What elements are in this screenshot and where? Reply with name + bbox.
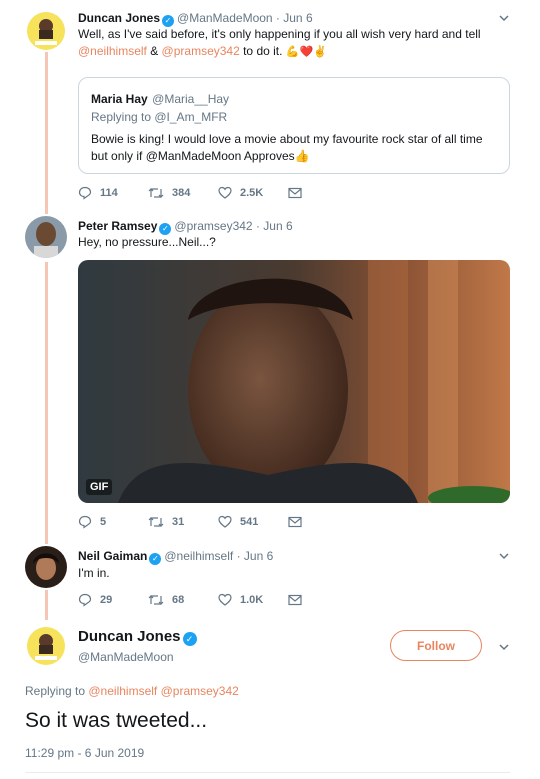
- tweet-text: Hey, no pressure...Neil...?: [78, 235, 216, 249]
- quote-text: Bowie is king! I would love a movie abou…: [91, 132, 483, 163]
- tweet-actions: 29 68 1.0K: [78, 593, 358, 607]
- author-handle[interactable]: @pramsey342 · Jun 6: [174, 219, 292, 233]
- chevron-down-icon[interactable]: [498, 12, 510, 24]
- gif-image: [78, 260, 510, 503]
- verified-icon: ✓: [182, 632, 197, 646]
- reply-button[interactable]: 29: [78, 593, 148, 607]
- reply-count: 29: [100, 594, 113, 606]
- author-name[interactable]: Neil Gaiman: [78, 549, 147, 563]
- retweet-button[interactable]: 384: [148, 186, 218, 200]
- tweet-actions: 114 384 2.5K: [78, 186, 358, 200]
- author-name[interactable]: Peter Ramsey: [78, 219, 157, 233]
- follow-button[interactable]: Follow: [390, 630, 482, 661]
- author-handle[interactable]: @ManMadeMoon · Jun 6: [177, 11, 313, 25]
- author-handle[interactable]: @ManMadeMoon: [78, 650, 174, 664]
- retweet-icon: [148, 595, 164, 605]
- reply-icon: [78, 515, 92, 529]
- mention-link[interactable]: @pramsey342: [161, 684, 239, 698]
- author-handle[interactable]: @neilhimself · Jun 6: [164, 549, 273, 563]
- reply-button[interactable]: 5: [78, 515, 148, 529]
- emoji-icons: 💪❤️✌️: [285, 46, 327, 58]
- like-button[interactable]: 1.0K: [218, 593, 288, 607]
- avatar[interactable]: [25, 10, 67, 52]
- quoted-tweet[interactable]: Maria Hay @Maria__Hay Replying to @I_Am_…: [78, 77, 510, 174]
- timestamp[interactable]: 11:29 pm - 6 Jun 2019: [25, 746, 144, 760]
- quote-replying-to: Replying to @I_Am_MFR: [91, 110, 228, 124]
- mention-link[interactable]: @pramsey342: [162, 44, 240, 58]
- mention-link[interactable]: @neilhimself: [88, 684, 157, 698]
- verified-icon: ✓: [149, 553, 162, 565]
- reply-button[interactable]: 114: [78, 186, 148, 200]
- thread-line: [45, 590, 48, 620]
- retweet-button[interactable]: 31: [148, 515, 218, 529]
- message-button[interactable]: [288, 516, 358, 528]
- author-name[interactable]: Duncan Jones: [78, 628, 181, 645]
- thread-line: [45, 262, 48, 544]
- mention-link[interactable]: @neilhimself: [78, 44, 147, 58]
- like-button[interactable]: 2.5K: [218, 186, 288, 200]
- envelope-icon: [288, 187, 302, 199]
- avatar[interactable]: [25, 216, 67, 258]
- chevron-down-icon[interactable]: [498, 550, 510, 562]
- reply-icon: [78, 186, 92, 200]
- retweet-icon: [148, 188, 164, 198]
- thread-line: [45, 52, 48, 214]
- divider: [25, 772, 510, 773]
- quote-author-handle: @Maria__Hay: [152, 92, 230, 106]
- like-count: 541: [240, 516, 259, 528]
- heart-icon: [218, 186, 232, 199]
- tweet-text: &: [146, 44, 162, 58]
- reply-count: 114: [100, 187, 118, 199]
- retweet-count: 384: [172, 187, 191, 199]
- retweet-count: 68: [172, 594, 185, 606]
- retweet-button[interactable]: 68: [148, 593, 218, 607]
- like-count: 1.0K: [240, 594, 264, 606]
- retweet-count: 31: [172, 516, 185, 528]
- message-button[interactable]: [288, 187, 358, 199]
- reply-icon: [78, 593, 92, 607]
- tweet-text: to do it.: [239, 44, 283, 58]
- like-button[interactable]: 541: [218, 515, 288, 529]
- like-count: 2.5K: [240, 187, 264, 199]
- quote-author-name: Maria Hay: [91, 92, 148, 106]
- heart-icon: [218, 593, 232, 606]
- author-name[interactable]: Duncan Jones: [78, 11, 160, 25]
- retweet-icon: [148, 517, 164, 527]
- tweet-text: So it was tweeted...: [25, 709, 208, 732]
- envelope-icon: [288, 594, 302, 606]
- tweet-text: I'm in.: [78, 566, 110, 580]
- replying-to-label: Replying to: [25, 684, 89, 698]
- gif-badge: GIF: [86, 479, 113, 495]
- reply-count: 5: [100, 516, 107, 528]
- tweet-actions: 5 31 541: [78, 515, 358, 529]
- heart-icon: [218, 515, 232, 528]
- avatar[interactable]: [25, 546, 67, 588]
- chevron-down-icon[interactable]: [498, 641, 510, 653]
- avatar[interactable]: [25, 625, 67, 667]
- gif-media[interactable]: GIF: [78, 260, 510, 503]
- tweet-text: Well, as I've said before, it's only hap…: [78, 27, 481, 41]
- message-button[interactable]: [288, 594, 358, 606]
- envelope-icon: [288, 516, 302, 528]
